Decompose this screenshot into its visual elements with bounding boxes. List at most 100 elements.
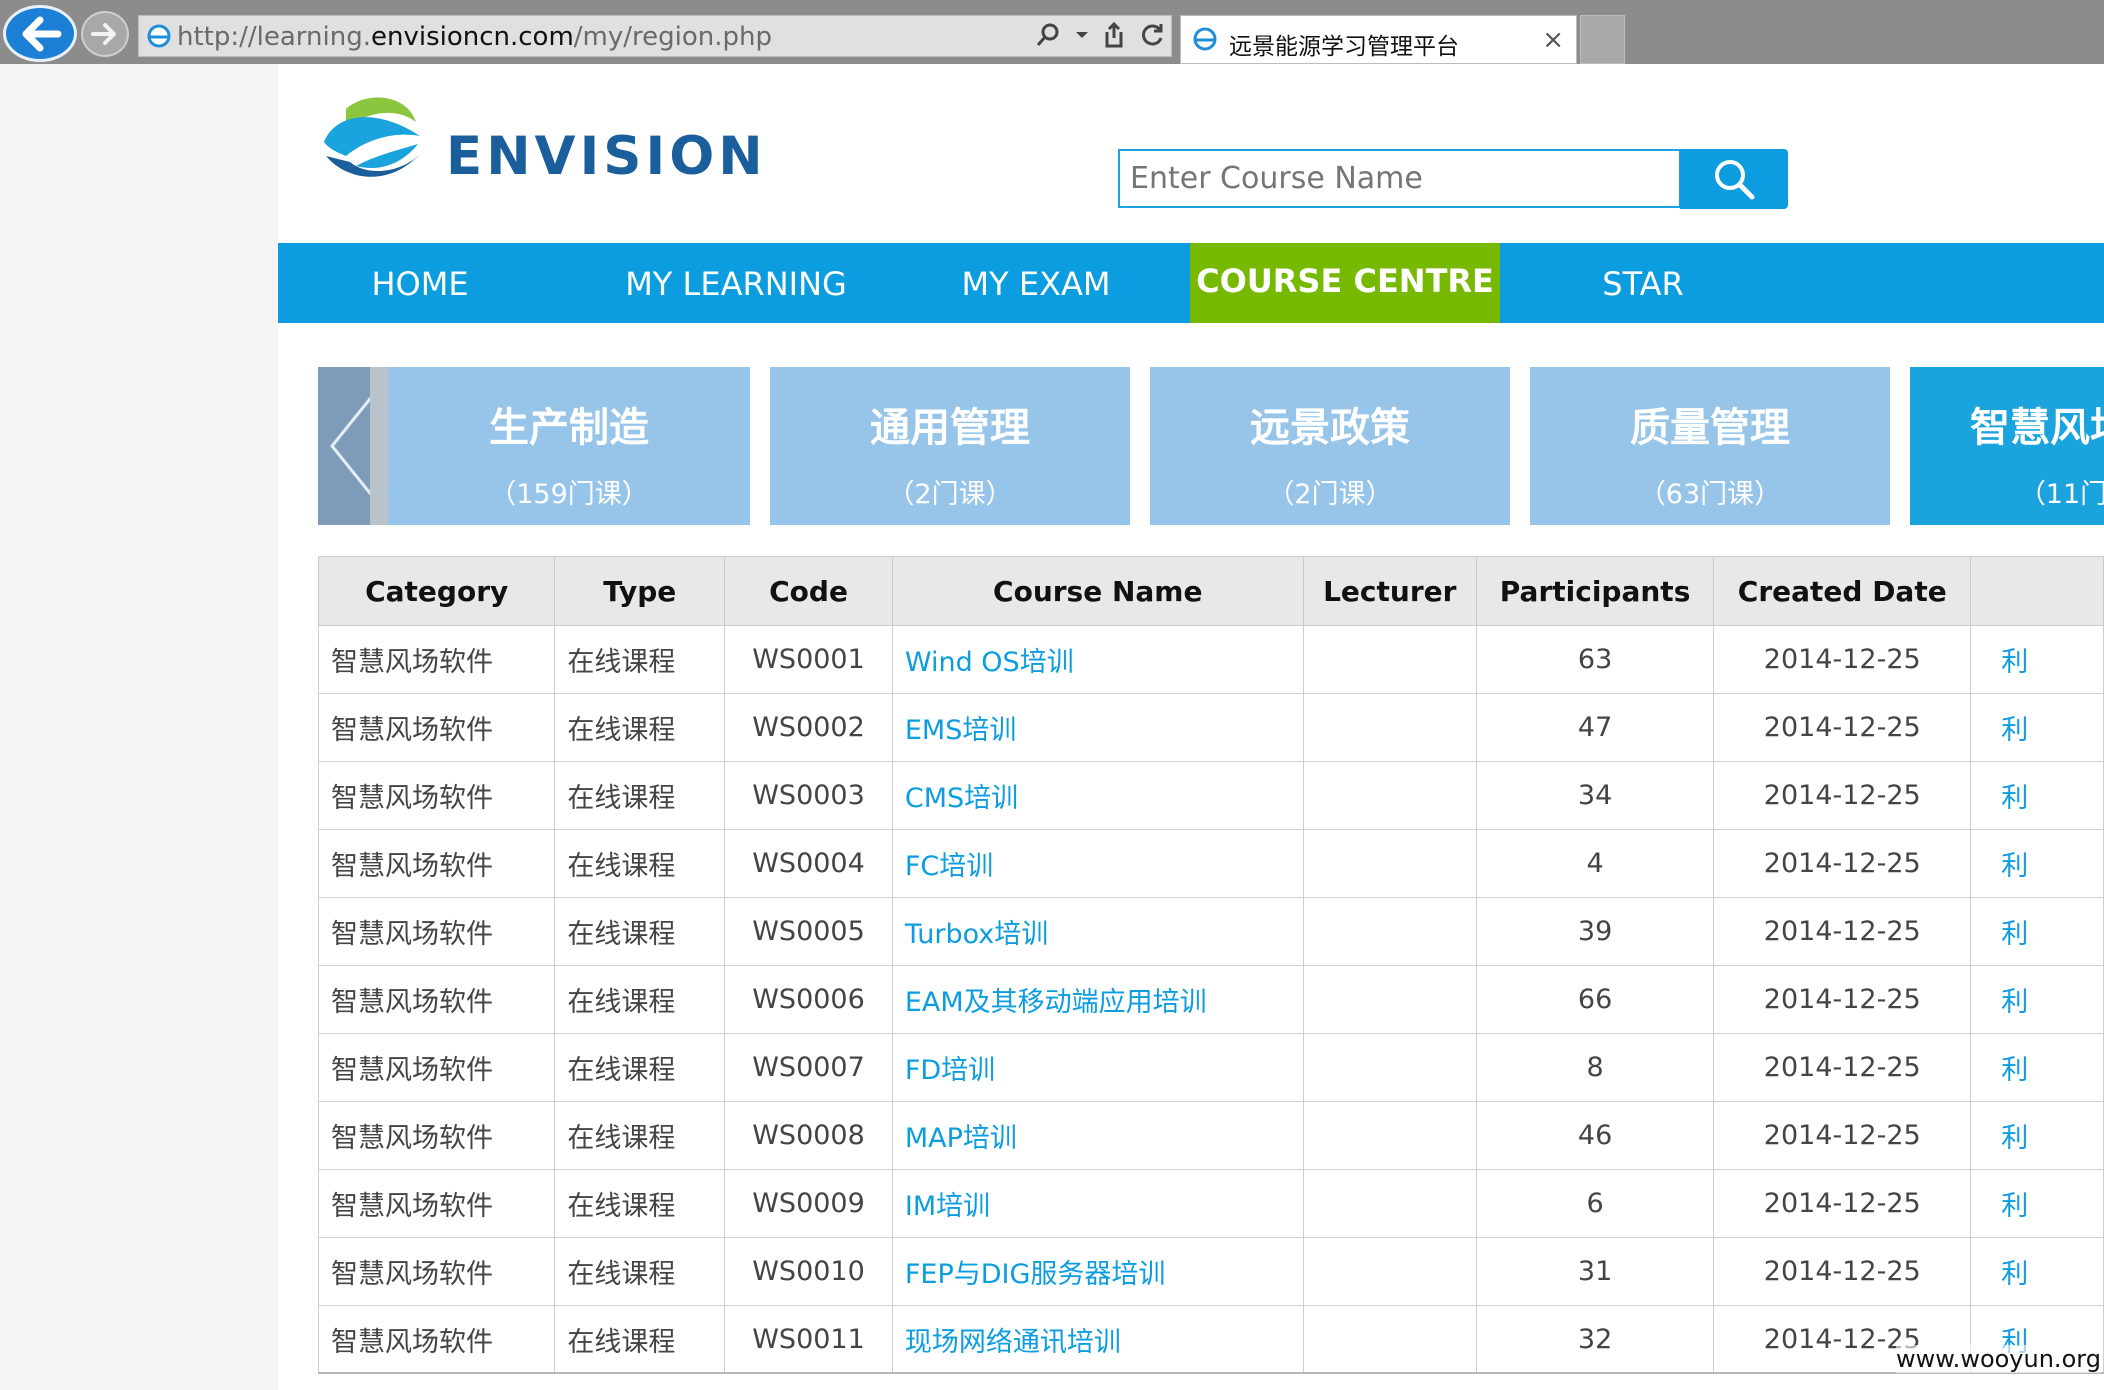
- cell-created-date: 2014-12-25: [1713, 829, 1972, 898]
- cell-lecturer: [1302, 829, 1477, 898]
- cell-code: WS0002: [724, 693, 893, 762]
- course-link[interactable]: FC培训: [905, 851, 993, 882]
- browser-tab[interactable]: 远景能源学习管理平台 ×: [1180, 15, 1577, 64]
- cell-lecturer: [1302, 965, 1477, 1034]
- cell-action-partial[interactable]: 利: [1970, 1101, 2104, 1170]
- column-header-participants[interactable]: Participants: [1475, 556, 1715, 626]
- tab-title: 远景能源学习管理平台: [1229, 34, 1459, 60]
- cell-participants: 4: [1475, 829, 1715, 898]
- cell-type: 在线课程: [554, 897, 726, 966]
- search-icon[interactable]: [1035, 22, 1061, 48]
- course-link[interactable]: Turbox培训: [905, 919, 1048, 950]
- column-header-extra: [1970, 556, 2104, 626]
- course-link[interactable]: IM培训: [905, 1191, 990, 1222]
- category-card[interactable]: 生产制造 （159门课）: [388, 367, 750, 525]
- cell-code: WS0010: [724, 1237, 893, 1306]
- category-name: 远景政策: [1250, 405, 1410, 451]
- column-header-lecturer[interactable]: Lecturer: [1302, 556, 1477, 626]
- category-count: （2门课）: [1267, 479, 1393, 510]
- table-row: 智慧风场软件 在线课程 WS0006 EAM及其移动端应用培训 66 2014-12-25…: [317, 965, 2104, 1034]
- cell-participants: 66: [1475, 965, 1715, 1034]
- browser-toolbar: http://learning.envisioncn.com/my/region…: [0, 0, 2104, 64]
- category-slider: 生产制造 （159门课） 通用管理 （2门课） 远景政策 （2门课） 质量管理 …: [318, 367, 2104, 525]
- cell-action-partial[interactable]: 利: [1970, 965, 2104, 1034]
- cell-action-partial[interactable]: 利: [1970, 1033, 2104, 1102]
- chevron-down-icon[interactable]: [1075, 30, 1089, 40]
- cell-category: 智慧风场软件: [317, 965, 556, 1034]
- search-button[interactable]: [1680, 149, 1788, 209]
- nav-my-learning[interactable]: MY LEARNING: [608, 243, 864, 323]
- course-link[interactable]: EAM及其移动端应用培训: [905, 987, 1207, 1018]
- course-link[interactable]: 现场网络通讯培训: [905, 1327, 1121, 1358]
- address-bar[interactable]: http://learning.envisioncn.com/my/region…: [138, 15, 1172, 57]
- column-header-type[interactable]: Type: [554, 556, 726, 626]
- cell-lecturer: [1302, 1169, 1477, 1238]
- cell-course-name: Turbox培训: [891, 897, 1304, 966]
- cell-action-partial[interactable]: 利: [1970, 1237, 2104, 1306]
- table-header-row: Category Type Code Course Name Lecturer …: [317, 556, 2104, 626]
- cell-type: 在线课程: [554, 1101, 726, 1170]
- cell-code: WS0001: [724, 625, 893, 694]
- category-card-active[interactable]: 智慧风场软件 （11门课）: [1910, 367, 2104, 525]
- course-link[interactable]: FD培训: [905, 1055, 995, 1086]
- category-card[interactable]: 通用管理 （2门课）: [770, 367, 1130, 525]
- arrow-left-icon: [22, 16, 62, 51]
- cell-participants: 34: [1475, 761, 1715, 830]
- cell-category: 智慧风场软件: [317, 897, 556, 966]
- cell-code: WS0004: [724, 829, 893, 898]
- cell-action-partial[interactable]: 利: [1970, 829, 2104, 898]
- table-row: 智慧风场软件 在线课程 WS0005 Turbox培训 39 2014-12-25 利: [317, 897, 2104, 966]
- nav-star-lecturer[interactable]: STAR LECTURER: [1518, 243, 1768, 385]
- course-link[interactable]: MAP培训: [905, 1123, 1017, 1154]
- cell-action-partial[interactable]: 利: [1970, 693, 2104, 762]
- refresh-icon[interactable]: [1139, 22, 1165, 48]
- table-row: 智慧风场软件 在线课程 WS0003 CMS培训 34 2014-12-25 利: [317, 761, 2104, 830]
- course-link[interactable]: EMS培训: [905, 715, 1017, 746]
- category-card[interactable]: 质量管理 （63门课）: [1530, 367, 1890, 525]
- table-row: 智慧风场软件 在线课程 WS0002 EMS培训 47 2014-12-25 利: [317, 693, 2104, 762]
- cell-action-partial[interactable]: 利: [1970, 1169, 2104, 1238]
- nav-my-exam[interactable]: MY EXAM: [936, 243, 1136, 323]
- cell-course-name: EMS培训: [891, 693, 1304, 762]
- arrow-right-icon: [91, 23, 116, 45]
- column-header-category[interactable]: Category: [317, 556, 556, 626]
- cell-created-date: 2014-12-25: [1713, 1169, 1972, 1238]
- cell-type: 在线课程: [554, 761, 726, 830]
- category-name: 通用管理: [870, 405, 1030, 451]
- category-name: 质量管理: [1630, 405, 1790, 451]
- cell-created-date: 2014-12-25: [1713, 897, 1972, 966]
- cell-participants: 47: [1475, 693, 1715, 762]
- cell-action-partial[interactable]: 利: [1970, 625, 2104, 694]
- course-search-input[interactable]: [1118, 149, 1681, 208]
- table-bottom-border: [318, 1372, 2104, 1374]
- course-link[interactable]: FEP与DIG服务器培训: [905, 1259, 1166, 1290]
- cell-action-partial[interactable]: 利: [1970, 761, 2104, 830]
- cell-created-date: 2014-12-25: [1713, 625, 1972, 694]
- category-card[interactable]: 远景政策 （2门课）: [1150, 367, 1510, 525]
- ie-page-icon: [147, 24, 171, 48]
- nav-course-centre[interactable]: COURSE CENTRE: [1190, 243, 1500, 323]
- back-button[interactable]: [3, 5, 77, 62]
- course-link[interactable]: CMS培训: [905, 783, 1018, 814]
- column-header-code[interactable]: Code: [724, 556, 893, 626]
- cell-course-name: 现场网络通讯培训: [891, 1305, 1304, 1374]
- column-header-course-name[interactable]: Course Name: [891, 556, 1304, 626]
- nav-home[interactable]: HOME: [342, 243, 498, 323]
- close-tab-icon[interactable]: ×: [1542, 25, 1564, 55]
- new-tab-button[interactable]: [1580, 15, 1625, 64]
- cell-action-partial[interactable]: 利: [1970, 897, 2104, 966]
- cell-participants: 46: [1475, 1101, 1715, 1170]
- course-table: Category Type Code Course Name Lecturer …: [317, 556, 2104, 1374]
- column-header-created-date[interactable]: Created Date: [1713, 556, 1972, 626]
- cell-course-name: Wind OS培训: [891, 625, 1304, 694]
- forward-button[interactable]: [81, 11, 129, 57]
- cell-category: 智慧风场软件: [317, 1305, 556, 1374]
- cell-participants: 6: [1475, 1169, 1715, 1238]
- course-rows: 智慧风场软件 在线课程 WS0001 Wind OS培训 63 2014-12-25 利智慧…: [317, 625, 2104, 1374]
- cell-participants: 8: [1475, 1033, 1715, 1102]
- category-count: （11门课）: [2018, 479, 2104, 510]
- course-link[interactable]: Wind OS培训: [905, 647, 1074, 678]
- cell-type: 在线课程: [554, 1237, 726, 1306]
- slider-prev-button[interactable]: [318, 367, 388, 525]
- share-icon[interactable]: [1103, 22, 1125, 48]
